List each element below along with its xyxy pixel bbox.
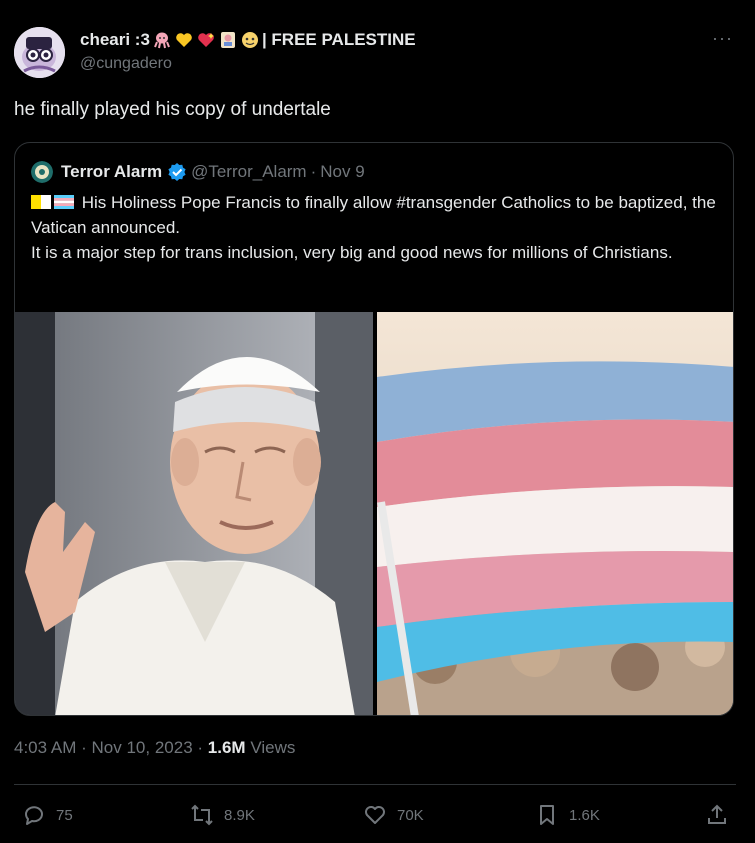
views-label: Views — [250, 738, 296, 757]
tweet-time[interactable]: 4:03 AM — [14, 738, 76, 757]
quoted-tweet-text: His Holiness Pope Francis to finally all… — [31, 190, 721, 265]
verified-badge-icon — [168, 163, 186, 181]
author-handle[interactable]: @cungadero — [80, 55, 172, 73]
sparkling-heart-icon — [198, 33, 214, 47]
pope-photo[interactable] — [15, 312, 373, 716]
like-button[interactable]: 70K — [363, 800, 424, 830]
quoted-separator: · — [310, 162, 317, 181]
trans-flag-photo[interactable] — [377, 312, 734, 716]
tweet-text: he finally played his copy of undertale — [14, 99, 331, 120]
quoted-author-avatar[interactable] — [31, 161, 53, 183]
retweet-count: 8.9K — [224, 806, 255, 824]
quoted-author-name[interactable]: Terror Alarm — [61, 162, 162, 182]
divider — [14, 784, 736, 785]
retweet-button[interactable]: 8.9K — [190, 800, 255, 830]
author-name-suffix: | FREE PALESTINE — [261, 30, 416, 49]
tweet-date[interactable]: Nov 10, 2023 — [92, 738, 193, 757]
quoted-line-2: It is a major step for trans inclusion, … — [31, 243, 673, 262]
reply-icon — [25, 806, 43, 825]
quoted-line-1: His Holiness Pope Francis to finally all… — [31, 190, 721, 240]
bookmark-icon — [540, 805, 554, 825]
like-count: 70K — [397, 806, 424, 824]
share-button[interactable] — [705, 800, 739, 830]
vatican-flag-icon — [31, 195, 51, 209]
reply-button[interactable]: 75 — [22, 800, 73, 830]
trans-flag-icon — [54, 195, 74, 209]
heart-icon — [365, 806, 385, 824]
meta-separator: · — [197, 738, 204, 757]
tweet-meta: 4:03 AM · Nov 10, 2023 · 1.6M Views — [14, 738, 295, 758]
sticker-emoji-icon — [220, 32, 235, 48]
quoted-media[interactable] — [15, 312, 734, 716]
meta-separator: · — [81, 738, 87, 757]
quoted-author-handle[interactable]: @Terror_Alarm — [191, 162, 307, 182]
tweet-actions-bar: 75 8.9K 70K 1.6K — [0, 800, 755, 830]
retweet-icon — [191, 804, 213, 826]
reply-count: 75 — [56, 806, 73, 824]
views-count: 1.6M — [207, 738, 246, 757]
share-icon — [708, 804, 726, 824]
more-options-button[interactable]: ··· — [712, 28, 733, 49]
octopus-emoji-icon — [154, 32, 170, 49]
quoted-tweet-header: Terror Alarm @Terror_Alarm · Nov 9 — [31, 161, 365, 183]
bookmark-count: 1.6K — [569, 806, 600, 824]
quoted-line-1-text: His Holiness Pope Francis to finally all… — [31, 193, 716, 237]
yellow-heart-icon — [176, 33, 192, 47]
author-display-name[interactable]: cheari :3 — [80, 30, 150, 50]
author-avatar[interactable] — [14, 27, 65, 78]
face-emoji-icon — [241, 32, 258, 48]
bookmark-button[interactable]: 1.6K — [535, 800, 600, 830]
author-name-row[interactable]: cheari :3 | FREE PALESTINE — [80, 29, 416, 51]
quoted-date[interactable]: Nov 9 — [320, 162, 364, 182]
quoted-tweet-card[interactable]: Terror Alarm @Terror_Alarm · Nov 9 His H… — [14, 142, 734, 716]
